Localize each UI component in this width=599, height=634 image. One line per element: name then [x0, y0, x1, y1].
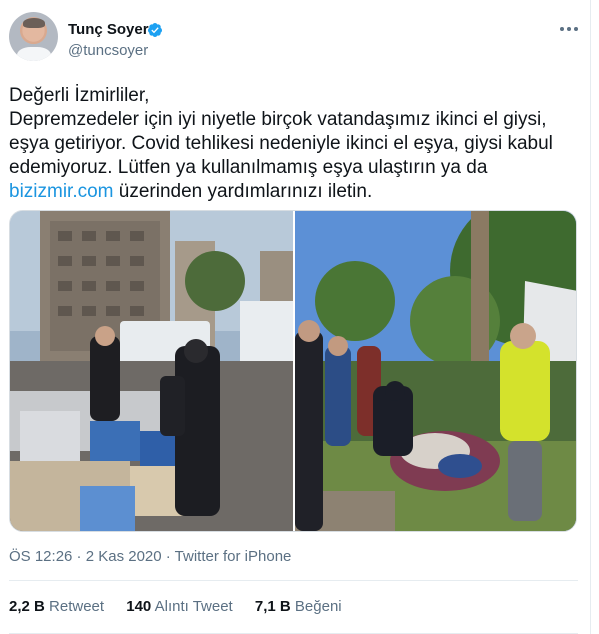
quotes-count: 140 — [126, 598, 152, 615]
tweet-link[interactable]: bizizmir.com — [9, 181, 114, 202]
tweet-card: Tunç Soyer @tuncsoyer Değerli İzmirliler… — [0, 0, 591, 634]
likes-label: Beğeni — [294, 598, 342, 615]
quotes-label: Alıntı Tweet — [154, 598, 233, 615]
avatar-hair — [23, 18, 45, 28]
avatar-shirt — [17, 47, 51, 61]
likes-stat[interactable]: 7,1 B Beğeni — [255, 598, 342, 615]
photo-volunteers-park — [295, 211, 576, 531]
tweet-body-tail: üzerinden yardımlarınızı iletin. — [113, 181, 373, 202]
tweet-text: Değerli İzmirliler, Depremzedeler için i… — [9, 84, 569, 204]
media-photo-right[interactable] — [295, 211, 576, 531]
tweet-media[interactable] — [9, 210, 577, 532]
author-avatar[interactable] — [9, 12, 58, 61]
tweet-stats: 2,2 B Retweet 140 Alıntı Tweet 7,1 B Beğ… — [9, 598, 360, 615]
photo-volunteers-street — [10, 211, 293, 531]
retweets-count: 2,2 B — [9, 598, 45, 615]
author-name[interactable]: Tunç Soyer — [68, 21, 149, 38]
verified-badge-icon — [147, 23, 162, 37]
tweet-body-text: Depremzedeler için iyi niyetle birçok va… — [9, 109, 553, 178]
divider — [9, 580, 578, 581]
tweet-greeting: Değerli İzmirliler, — [9, 85, 150, 106]
author-handle[interactable]: @tuncsoyer — [68, 42, 148, 59]
more-options-icon[interactable] — [558, 22, 580, 36]
retweets-label: Retweet — [49, 598, 105, 615]
media-photo-left[interactable] — [10, 211, 293, 531]
tweet-timestamp[interactable]: ÖS 12:26 · 2 Kas 2020 · Twitter for iPho… — [9, 548, 291, 565]
likes-count: 7,1 B — [254, 598, 291, 615]
retweets-stat[interactable]: 2,2 B Retweet — [9, 598, 104, 615]
quotes-stat[interactable]: 140 Alıntı Tweet — [126, 598, 232, 615]
tweet-body: Depremzedeler için iyi niyetle birçok va… — [9, 108, 569, 204]
